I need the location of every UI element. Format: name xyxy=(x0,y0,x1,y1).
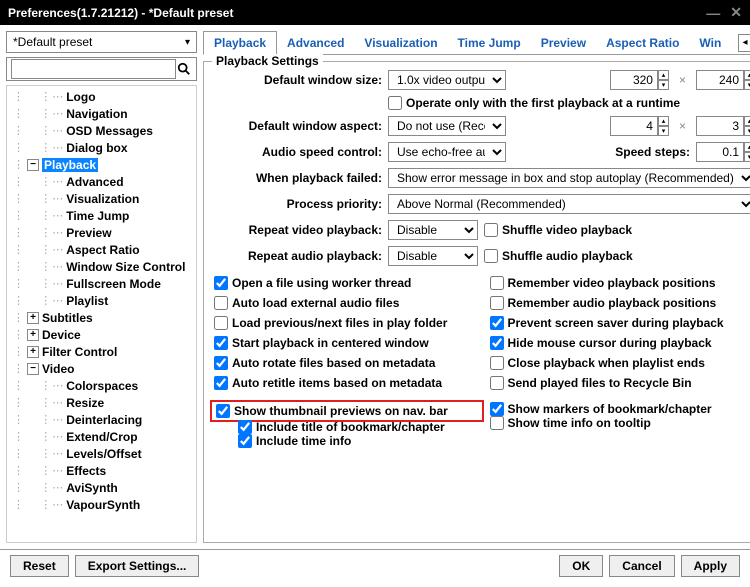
category-tree[interactable]: ⋮ ⋮⋯Logo⋮ ⋮⋯Navigation⋮ ⋮⋯OSD Messages⋮ … xyxy=(6,85,197,543)
tree-item[interactable]: ⋮ ⋮⋯Levels/Offset xyxy=(7,445,196,462)
tree-item[interactable]: ⋮ ⋮⋯Resize xyxy=(7,394,196,411)
check-include-time[interactable]: Include time info xyxy=(238,434,480,448)
label-default-window-size: Default window size: xyxy=(214,73,382,87)
tree-toggle-icon[interactable]: + xyxy=(27,329,39,341)
tree-toggle-icon[interactable]: + xyxy=(27,312,39,324)
label-process-priority: Process priority: xyxy=(214,197,382,211)
label-audio-speed: Audio speed control: xyxy=(214,145,382,159)
tree-item[interactable]: ⋮ ⋮⋯Colorspaces xyxy=(7,377,196,394)
tree-toggle-icon[interactable]: − xyxy=(27,159,39,171)
spinner-speed-steps[interactable]: ▴▾ xyxy=(696,142,750,162)
check-operate-only[interactable]: Operate only with the first playback at … xyxy=(388,96,680,110)
search-input[interactable] xyxy=(11,59,176,79)
tab[interactable]: Advanced xyxy=(277,32,354,54)
select-repeat-video[interactable]: Disable xyxy=(388,220,478,240)
tree-item[interactable]: ⋮ ⋮⋯VapourSynth xyxy=(7,496,196,513)
tab[interactable]: Time Jump xyxy=(448,32,531,54)
tree-item[interactable]: ⋮ ⋮⋯Effects xyxy=(7,462,196,479)
tab[interactable]: Preview xyxy=(531,32,596,54)
select-audio-speed[interactable]: Use echo-free audio xyxy=(388,142,506,162)
tree-item[interactable]: ⋮ ⋮⋯AviSynth xyxy=(7,479,196,496)
tree-item[interactable]: ⋮ ⋮⋯Extend/Crop xyxy=(7,428,196,445)
spinner-aspect-w[interactable]: ▴▾ xyxy=(610,116,669,136)
tree-item[interactable]: ⋮ ⋮⋯Visualization xyxy=(7,190,196,207)
label-default-window-aspect: Default window aspect: xyxy=(214,119,382,133)
tab-strip: PlaybackAdvancedVisualizationTime JumpPr… xyxy=(203,31,750,55)
checkbox-option[interactable]: Send played files to Recycle Bin xyxy=(490,374,750,392)
tree-item[interactable]: ⋮ ⋮⋯Fullscreen Mode xyxy=(7,275,196,292)
tree-item[interactable]: ⋮ ⋮⋯Navigation xyxy=(7,105,196,122)
label-repeat-audio: Repeat audio playback: xyxy=(214,249,382,263)
cancel-button[interactable]: Cancel xyxy=(609,555,674,577)
playback-settings-group: Playback Settings Default window size: 1… xyxy=(203,61,750,543)
checkbox-grid: Open a file using worker thread Remember … xyxy=(214,274,750,392)
search-icon[interactable] xyxy=(176,61,192,77)
tree-item[interactable]: ⋮ ⋮⋯Time Jump xyxy=(7,207,196,224)
tree-item[interactable]: ⋮+Filter Control xyxy=(7,343,196,360)
tab[interactable]: Visualization xyxy=(354,32,447,54)
spinner-window-width[interactable]: ▴▾ xyxy=(610,70,669,90)
tab[interactable]: Aspect Ratio xyxy=(596,32,689,54)
spinner-window-height[interactable]: ▴▾ xyxy=(696,70,750,90)
check-include-title[interactable]: Include title of bookmark/chapter xyxy=(238,420,480,434)
spinner-aspect-h[interactable]: ▴▾ xyxy=(696,116,750,136)
titlebar: Preferences(1.7.21212) - *Default preset… xyxy=(0,0,750,25)
check-shuffle-audio[interactable]: Shuffle audio playback xyxy=(484,249,633,263)
ok-button[interactable]: OK xyxy=(559,555,603,577)
checkbox-option[interactable]: Open a file using worker thread xyxy=(214,274,480,292)
label-playback-failed: When playback failed: xyxy=(214,171,382,185)
checkbox-option[interactable]: Auto load external audio files xyxy=(214,294,480,312)
tree-item[interactable]: ⋮ ⋮⋯Playlist xyxy=(7,292,196,309)
apply-button[interactable]: Apply xyxy=(681,555,740,577)
tree-item[interactable]: ⋮ ⋮⋯Dialog box xyxy=(7,139,196,156)
export-settings-button[interactable]: Export Settings... xyxy=(75,555,200,577)
tree-toggle-icon[interactable]: + xyxy=(27,346,39,358)
checkbox-option[interactable]: Remember audio playback positions xyxy=(490,294,750,312)
reset-button[interactable]: Reset xyxy=(10,555,69,577)
select-playback-failed[interactable]: Show error message in box and stop autop… xyxy=(388,168,750,188)
tree-item[interactable]: ⋮ ⋮⋯OSD Messages xyxy=(7,122,196,139)
check-shuffle-video[interactable]: Shuffle video playback xyxy=(484,223,632,237)
tree-item[interactable]: ⋮−Playback xyxy=(7,156,196,173)
footer: Reset Export Settings... OK Cancel Apply xyxy=(0,549,750,581)
checkbox-option[interactable]: Auto retitle items based on metadata xyxy=(214,374,480,392)
tree-toggle-icon[interactable]: − xyxy=(27,363,39,375)
close-icon[interactable]: ✕ xyxy=(730,4,742,21)
tree-item[interactable]: ⋮ ⋮⋯Aspect Ratio xyxy=(7,241,196,258)
times-icon: × xyxy=(675,73,690,87)
window-title: Preferences(1.7.21212) - *Default preset xyxy=(8,6,233,20)
checkbox-option[interactable]: Show markers of bookmark/chapter xyxy=(490,402,750,416)
checkbox-option[interactable]: Load previous/next files in play folder xyxy=(214,314,480,332)
tree-item[interactable]: ⋮−Video xyxy=(7,360,196,377)
tree-item[interactable]: ⋮ ⋮⋯Preview xyxy=(7,224,196,241)
tree-item[interactable]: ⋮ ⋮⋯Window Size Control xyxy=(7,258,196,275)
select-window-aspect[interactable]: Do not use (Recommended) xyxy=(388,116,506,136)
tab-scroll-left-icon[interactable]: ◂ xyxy=(738,34,750,52)
tab[interactable]: Win xyxy=(689,32,731,54)
check-thumbnail-previews[interactable]: Show thumbnail previews on nav. bar xyxy=(216,404,478,418)
select-process-priority[interactable]: Above Normal (Recommended) xyxy=(388,194,750,214)
select-repeat-audio[interactable]: Disable xyxy=(388,246,478,266)
minimize-icon[interactable]: — xyxy=(706,5,720,21)
select-window-size[interactable]: 1.0x video output xyxy=(388,70,506,90)
checkbox-option[interactable]: Hide mouse cursor during playback xyxy=(490,334,750,352)
tab[interactable]: Playback xyxy=(203,31,277,55)
chevron-down-icon: ▾ xyxy=(185,37,190,48)
tree-item[interactable]: ⋮+Subtitles xyxy=(7,309,196,326)
checkbox-option[interactable]: Remember video playback positions xyxy=(490,274,750,292)
group-title: Playback Settings xyxy=(212,54,323,68)
tree-item[interactable]: ⋮ ⋮⋯Logo xyxy=(7,88,196,105)
tree-item[interactable]: ⋮+Device xyxy=(7,326,196,343)
checkbox-option[interactable]: Prevent screen saver during playback xyxy=(490,314,750,332)
tree-item[interactable]: ⋮ ⋮⋯Deinterlacing xyxy=(7,411,196,428)
search-box[interactable] xyxy=(6,57,197,81)
checkbox-option[interactable]: Show time info on tooltip xyxy=(490,416,750,430)
checkbox-option[interactable]: Start playback in centered window xyxy=(214,334,480,352)
checkbox-option[interactable]: Close playback when playlist ends xyxy=(490,354,750,372)
tree-item[interactable]: ⋮ ⋮⋯Advanced xyxy=(7,173,196,190)
label-repeat-video: Repeat video playback: xyxy=(214,223,382,237)
checkbox-option[interactable]: Auto rotate files based on metadata xyxy=(214,354,480,372)
preset-select[interactable]: *Default preset ▾ xyxy=(6,31,197,53)
label-speed-steps: Speed steps: xyxy=(615,145,690,159)
